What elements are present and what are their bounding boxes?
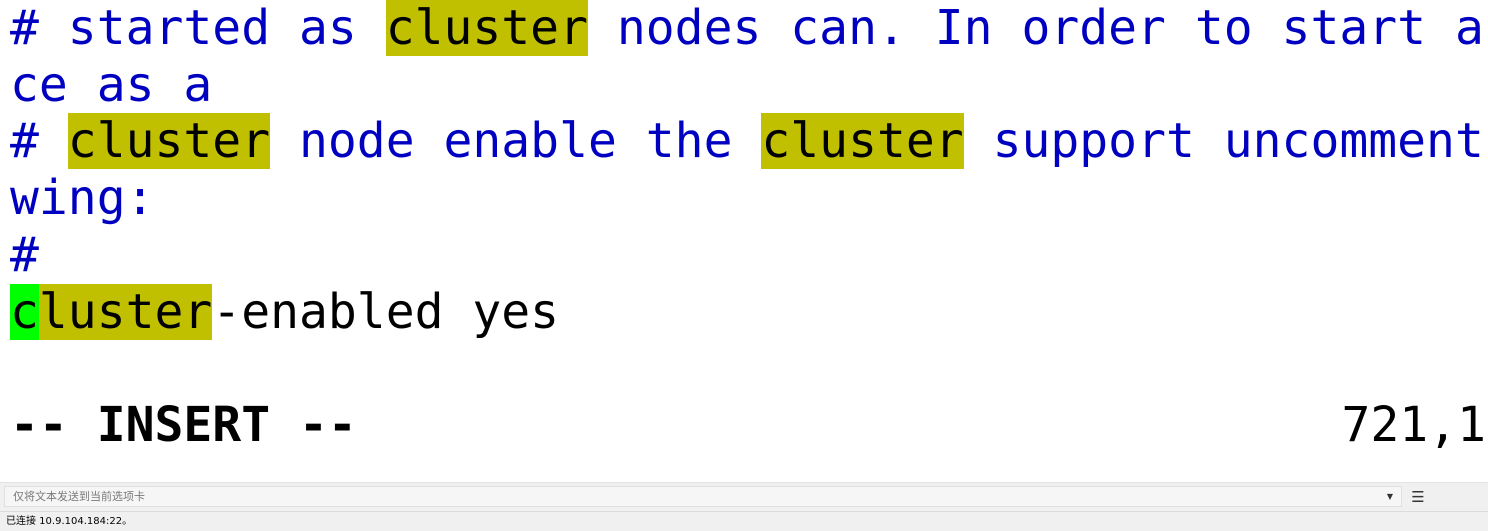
connection-status: 已连接 10.9.104.184:22。	[6, 516, 133, 527]
comment-text: #	[10, 227, 39, 283]
comment-text: #	[10, 113, 68, 169]
editor-line-3: # cluster node enable the cluster suppor…	[10, 113, 1484, 170]
comment-text: support uncomment	[963, 113, 1484, 169]
terminal-window: # started as cluster nodes can. In order…	[0, 0, 1488, 531]
search-match: cluster	[67, 113, 271, 169]
search-match: cluster	[761, 113, 964, 169]
vim-mode-indicator: -- INSERT --	[10, 397, 357, 453]
send-text-placeholder: 仅将文本发送到当前选项卡	[13, 490, 145, 503]
search-match: luster	[38, 284, 213, 340]
config-text: -enabled yes	[212, 284, 560, 340]
comment-text: ce as a	[10, 57, 213, 113]
vim-editor[interactable]: # started as cluster nodes can. In order…	[0, 0, 1488, 480]
search-match: cluster	[385, 0, 588, 56]
send-text-input[interactable]: 仅将文本发送到当前选项卡 ▼	[4, 486, 1402, 507]
text-cursor: c	[10, 284, 39, 340]
comment-text: # started as	[10, 0, 386, 56]
editor-line-6: cluster-enabled yes	[10, 284, 559, 341]
editor-line-4: wing:	[10, 170, 155, 227]
send-text-bar: 仅将文本发送到当前选项卡 ▼ ☰	[0, 482, 1488, 511]
editor-line-1: # started as cluster nodes can. In order…	[10, 0, 1484, 57]
hamburger-menu-icon[interactable]: ☰	[1406, 485, 1430, 509]
status-bar: 已连接 10.9.104.184:22。	[0, 511, 1488, 531]
comment-text: nodes can. In order to start a	[587, 0, 1484, 56]
editor-line-5: #	[10, 227, 39, 284]
chevron-down-icon[interactable]: ▼	[1383, 487, 1397, 507]
cursor-position: 721,1	[1341, 397, 1487, 453]
comment-text: node enable the	[270, 113, 762, 169]
editor-line-2: ce as a	[10, 57, 212, 114]
comment-text: wing:	[10, 170, 155, 226]
